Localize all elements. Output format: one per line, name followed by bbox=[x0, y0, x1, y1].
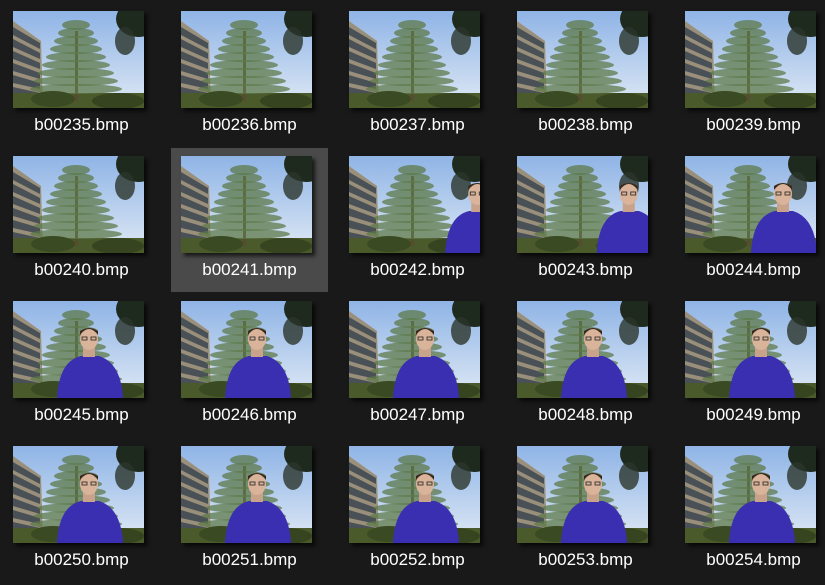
file-name-label: b00251.bmp bbox=[202, 550, 297, 569]
image-thumbnail bbox=[349, 11, 480, 108]
image-thumbnail bbox=[685, 301, 816, 398]
image-thumbnail bbox=[181, 156, 312, 253]
file-item[interactable]: b00246.bmp bbox=[171, 293, 328, 437]
file-item[interactable]: b00245.bmp bbox=[3, 293, 160, 437]
file-item[interactable]: b00248.bmp bbox=[507, 293, 664, 437]
file-grid: b00235.bmp b00236.bmp b00237.bmp b00238.bmp… bbox=[0, 0, 825, 585]
file-item[interactable]: b00237.bmp bbox=[339, 3, 496, 147]
image-thumbnail bbox=[517, 301, 648, 398]
image-thumbnail bbox=[349, 301, 480, 398]
file-name-label: b00243.bmp bbox=[538, 260, 633, 279]
file-item[interactable]: b00243.bmp bbox=[507, 148, 664, 292]
file-item[interactable]: b00253.bmp bbox=[507, 438, 664, 582]
file-item[interactable]: b00250.bmp bbox=[3, 438, 160, 582]
file-item[interactable]: b00238.bmp bbox=[507, 3, 664, 147]
file-item[interactable]: b00249.bmp bbox=[675, 293, 825, 437]
image-thumbnail bbox=[13, 156, 144, 253]
file-name-label: b00248.bmp bbox=[538, 405, 633, 424]
file-name-label: b00252.bmp bbox=[370, 550, 465, 569]
file-item[interactable]: b00239.bmp bbox=[675, 3, 825, 147]
file-name-label: b00249.bmp bbox=[706, 405, 801, 424]
file-name-label: b00242.bmp bbox=[370, 260, 465, 279]
file-name-label: b00246.bmp bbox=[202, 405, 297, 424]
file-name-label: b00238.bmp bbox=[538, 115, 633, 134]
file-name-label: b00247.bmp bbox=[370, 405, 465, 424]
image-thumbnail bbox=[181, 446, 312, 543]
file-name-label: b00250.bmp bbox=[34, 550, 129, 569]
file-item[interactable]: b00236.bmp bbox=[171, 3, 328, 147]
file-name-label: b00244.bmp bbox=[706, 260, 801, 279]
file-item[interactable]: b00241.bmp bbox=[171, 148, 328, 292]
image-thumbnail bbox=[685, 156, 816, 253]
file-item[interactable]: b00254.bmp bbox=[675, 438, 825, 582]
file-item[interactable]: b00247.bmp bbox=[339, 293, 496, 437]
image-thumbnail bbox=[685, 446, 816, 543]
file-name-label: b00235.bmp bbox=[34, 115, 129, 134]
image-thumbnail bbox=[517, 156, 648, 253]
image-thumbnail bbox=[181, 11, 312, 108]
image-thumbnail bbox=[13, 446, 144, 543]
file-name-label: b00245.bmp bbox=[34, 405, 129, 424]
file-name-label: b00240.bmp bbox=[34, 260, 129, 279]
file-item[interactable]: b00242.bmp bbox=[339, 148, 496, 292]
image-thumbnail bbox=[13, 11, 144, 108]
image-thumbnail bbox=[349, 446, 480, 543]
image-thumbnail bbox=[13, 301, 144, 398]
image-thumbnail bbox=[685, 11, 816, 108]
file-name-label: b00253.bmp bbox=[538, 550, 633, 569]
image-thumbnail bbox=[349, 156, 480, 253]
file-item[interactable]: b00240.bmp bbox=[3, 148, 160, 292]
file-name-label: b00237.bmp bbox=[370, 115, 465, 134]
file-name-label: b00236.bmp bbox=[202, 115, 297, 134]
file-name-label: b00239.bmp bbox=[706, 115, 801, 134]
file-item[interactable]: b00235.bmp bbox=[3, 3, 160, 147]
file-name-label: b00254.bmp bbox=[706, 550, 801, 569]
file-item[interactable]: b00252.bmp bbox=[339, 438, 496, 582]
image-thumbnail bbox=[517, 446, 648, 543]
image-thumbnail bbox=[181, 301, 312, 398]
file-item[interactable]: b00244.bmp bbox=[675, 148, 825, 292]
file-item[interactable]: b00251.bmp bbox=[171, 438, 328, 582]
file-name-label: b00241.bmp bbox=[202, 260, 297, 279]
image-thumbnail bbox=[517, 11, 648, 108]
